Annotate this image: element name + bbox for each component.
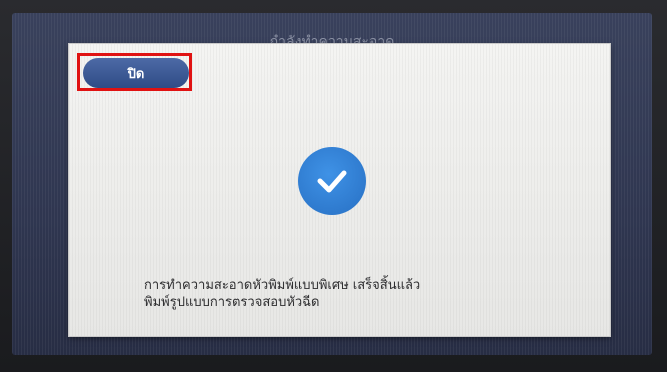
message-line-1: การทำความสะอาดหัวพิมพ์แบบพิเศษ เสร็จสิ้น… [144, 278, 421, 293]
completion-message: การทำความสะอาดหัวพิมพ์แบบพิเศษ เสร็จสิ้น… [144, 277, 584, 311]
close-button[interactable]: ปิด [83, 58, 189, 88]
completion-dialog: ปิด การทำความสะอาดหัวพิมพ์แบบพิเศษ เสร็จ… [69, 44, 610, 336]
checkmark-icon [317, 170, 347, 193]
message-line-2: พิมพ์รูปแบบการตรวจสอบหัวฉีด [144, 295, 320, 310]
printer-screen: กำลังทำความสะอาด ปิด การทำความสะอาดหัวพิ… [12, 13, 652, 355]
checkmark-circle-icon [298, 147, 366, 215]
